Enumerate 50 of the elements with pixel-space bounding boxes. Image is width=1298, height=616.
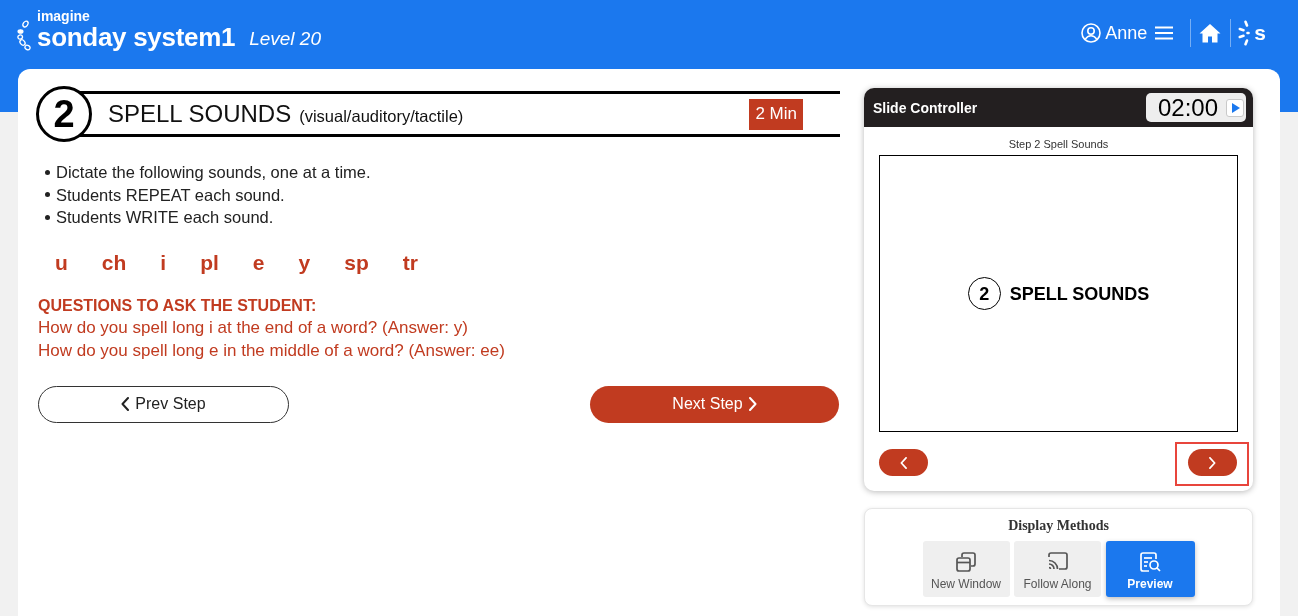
questions-heading: QUESTIONS TO ASK THE STUDENT:	[38, 295, 317, 316]
question-text: How do you spell long i at the end of a word? (Answer: y)	[38, 316, 468, 339]
sound-item: ch	[101, 250, 127, 275]
sound-item: sp	[344, 250, 369, 275]
bullet-icon	[45, 192, 50, 198]
chevron-right-icon	[1209, 456, 1216, 469]
home-icon[interactable]	[1199, 23, 1222, 43]
sound-item: e	[252, 250, 265, 275]
document-search-icon	[1138, 549, 1162, 574]
slide-title: SPELL SOUNDS	[1009, 282, 1150, 305]
display-method-button[interactable]: New Window	[922, 541, 1010, 597]
windows-icon	[954, 549, 978, 574]
logo-icon	[17, 19, 31, 51]
panel-title: Slide Controller	[873, 99, 978, 116]
play-icon	[1231, 102, 1240, 113]
slide-caption: Step 2 Spell Sounds	[1008, 138, 1109, 151]
step-title: SPELL SOUNDS	[108, 100, 292, 128]
display-method-button[interactable]: Preview	[1105, 541, 1195, 597]
instruction-text: Dictate the following sounds, one at a time.	[56, 162, 371, 183]
level-label: Level 20	[249, 28, 321, 50]
next-slide-button[interactable]	[1188, 449, 1237, 476]
user-icon	[1081, 23, 1102, 43]
instruction-text: Students WRITE each sound.	[56, 207, 274, 228]
chevron-left-icon	[121, 397, 130, 411]
prev-step-button[interactable]: Prev Step	[38, 385, 289, 423]
previous-slide-button[interactable]	[879, 449, 928, 476]
bullet-icon	[45, 214, 50, 220]
app-logo-link[interactable]: s	[1238, 20, 1266, 46]
bullet-icon	[45, 169, 50, 175]
brand-tagline: imagine	[37, 9, 90, 24]
next-step-button[interactable]: Next Step	[590, 385, 839, 423]
sound-item: y	[298, 250, 311, 275]
step-modes: (visual/auditory/tactile)	[299, 105, 464, 126]
display-methods-title: Display Methods	[1008, 517, 1109, 534]
timer-text: 02:00	[1158, 94, 1219, 121]
sound-item: pl	[200, 250, 219, 275]
dashes-icon	[1238, 20, 1252, 46]
duration-badge: 2 Min	[749, 98, 803, 130]
display-method-button[interactable]: Follow Along	[1014, 541, 1101, 597]
chevron-left-icon	[900, 456, 907, 469]
menu-icon[interactable]	[1155, 26, 1174, 40]
step-number: 2	[36, 86, 92, 142]
sound-item: u	[55, 250, 68, 275]
question-text: How do you spell long e in the middle of a word? (Answer: ee)	[38, 339, 505, 362]
instruction-text: Students REPEAT each sound.	[56, 184, 285, 205]
chevron-right-icon	[748, 397, 757, 411]
play-button[interactable]	[1226, 98, 1244, 117]
sound-item: tr	[402, 250, 418, 275]
user-menu-button[interactable]: Anne	[1081, 23, 1148, 43]
sound-item: i	[160, 250, 167, 275]
